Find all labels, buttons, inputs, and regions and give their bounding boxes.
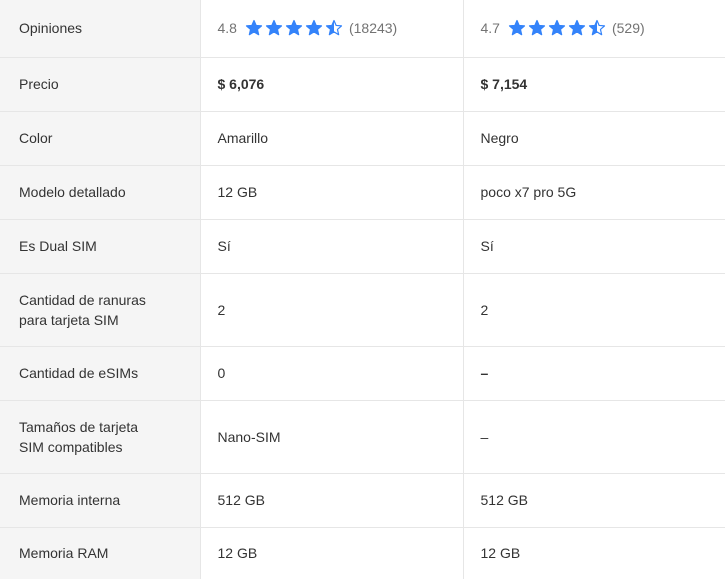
rating-score: 4.7: [480, 20, 500, 37]
color-product-a: Amarillo: [199, 111, 463, 166]
modelo-product-b: poco x7 pro 5G: [462, 165, 725, 220]
tamanos-product-a: Nano-SIM: [199, 400, 463, 474]
memoria-ram-product-b: 12 GB: [462, 527, 725, 579]
label-dual-sim: Es Dual SIM: [0, 219, 200, 274]
star-icon: [245, 20, 263, 36]
row-memoria-ram: Memoria RAM 12 GB 12 GB: [0, 527, 725, 579]
label-ranuras-line2: para tarjeta SIM: [19, 311, 119, 328]
star-icon: [285, 20, 303, 36]
row-dual-sim: Es Dual SIM Sí Sí: [0, 219, 725, 274]
price-product-a: $ 6,076: [199, 57, 463, 112]
label-tamanos: Tamaños de tarjeta SIM compatibles: [0, 400, 200, 474]
color-product-b: Negro: [462, 111, 725, 166]
price-product-b: $ 7,154: [462, 57, 725, 112]
label-color: Color: [0, 111, 200, 166]
star-icon: [548, 20, 566, 36]
rating-count: (529): [611, 20, 645, 37]
comparison-table: Opiniones 4.8 (18243) 4.7 (529) Precio $…: [0, 0, 725, 579]
row-tamanos: Tamaños de tarjeta SIM compatibles Nano-…: [0, 400, 725, 474]
dual-sim-product-a: Sí: [199, 219, 463, 274]
ranuras-product-b: 2: [462, 273, 725, 347]
label-memoria-interna: Memoria interna: [0, 473, 200, 528]
label-modelo: Modelo detallado: [0, 165, 200, 220]
memoria-ram-product-a: 12 GB: [199, 527, 463, 579]
row-ranuras: Cantidad de ranuras para tarjeta SIM 2 2: [0, 273, 725, 347]
label-precio: Precio: [0, 57, 200, 112]
star-icon: [508, 20, 526, 36]
tamanos-product-b: –: [462, 400, 725, 474]
rating-stars: [245, 19, 343, 37]
row-opiniones: Opiniones 4.8 (18243) 4.7 (529): [0, 0, 725, 58]
row-precio: Precio $ 6,076 $ 7,154: [0, 57, 725, 112]
label-ranuras-line1: Cantidad de ranuras: [19, 291, 146, 308]
rating-product-a[interactable]: 4.8 (18243): [199, 0, 463, 58]
row-memoria-interna: Memoria interna 512 GB 512 GB: [0, 473, 725, 528]
star-icon: [265, 20, 283, 36]
star-icon: [305, 20, 323, 36]
ranuras-product-a: 2: [199, 273, 463, 347]
memoria-interna-product-a: 512 GB: [199, 473, 463, 528]
esims-product-a: 0: [199, 346, 463, 401]
star-icon: [588, 20, 606, 36]
star-icon: [325, 20, 343, 36]
star-icon: [528, 20, 546, 36]
rating-score: 4.8: [217, 20, 237, 37]
label-opiniones: Opiniones: [0, 0, 200, 58]
label-esims: Cantidad de eSIMs: [0, 346, 200, 401]
label-tamanos-line2: SIM compatibles: [19, 438, 123, 455]
rating-stars: [508, 19, 606, 37]
star-icon: [568, 20, 586, 36]
dual-sim-product-b: Sí: [462, 219, 725, 274]
rating-product-b[interactable]: 4.7 (529): [462, 0, 725, 58]
label-memoria-ram: Memoria RAM: [0, 527, 200, 579]
modelo-product-a: 12 GB: [199, 165, 463, 220]
memoria-interna-product-b: 512 GB: [462, 473, 725, 528]
row-esims: Cantidad de eSIMs 0 –: [0, 346, 725, 401]
row-modelo: Modelo detallado 12 GB poco x7 pro 5G: [0, 165, 725, 220]
label-tamanos-line1: Tamaños de tarjeta: [19, 418, 139, 435]
row-color: Color Amarillo Negro: [0, 111, 725, 166]
rating-count: (18243): [348, 20, 398, 37]
esims-product-b: –: [462, 346, 725, 401]
label-ranuras: Cantidad de ranuras para tarjeta SIM: [0, 273, 200, 347]
